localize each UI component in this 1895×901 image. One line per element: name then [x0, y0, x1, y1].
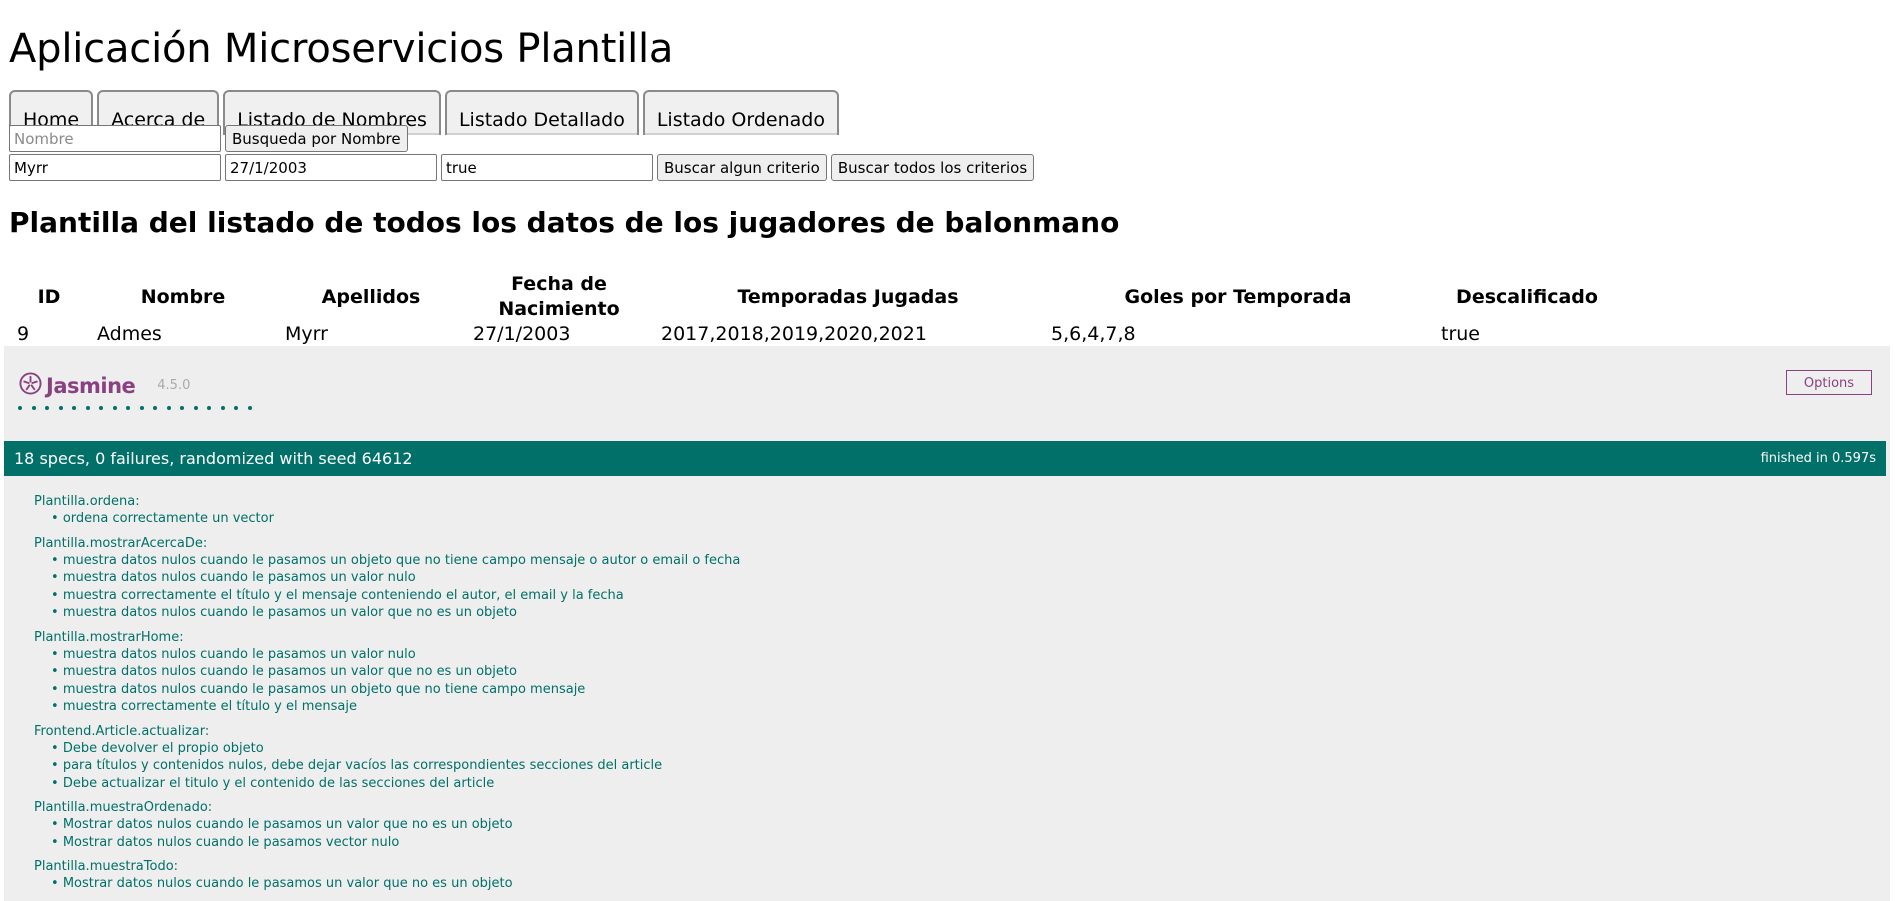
- suite-item: Frontend.Article.actualizar:Debe devolve…: [34, 723, 740, 793]
- spec-pass-dot[interactable]: [220, 406, 225, 410]
- name-search-input[interactable]: [9, 125, 221, 152]
- spec-item-link[interactable]: Debe devolver el propio objeto: [51, 740, 740, 758]
- spec-status-dots: [18, 406, 252, 410]
- spec-item-link[interactable]: muestra datos nulos cuando le pasamos un…: [51, 681, 740, 699]
- spec-pass-dot[interactable]: [234, 406, 238, 410]
- spec-item-link[interactable]: Mostrar datos nulos cuando le pasamos un…: [51, 816, 740, 834]
- results-summary-bar: 18 specs, 0 failures, randomized with se…: [4, 441, 1886, 476]
- spec-pass-dot[interactable]: [180, 406, 184, 410]
- column-header-goles: Goles por Temporada: [1124, 285, 1352, 308]
- cell-id: 9: [17, 323, 30, 345]
- spec-pass-dot[interactable]: [85, 406, 90, 410]
- tab-listado-ordenado[interactable]: Listado Ordenado: [642, 90, 839, 135]
- criteria-disqualified-input[interactable]: [441, 154, 653, 181]
- suite-name-link[interactable]: Plantilla.muestraOrdenado:: [34, 799, 740, 816]
- spec-item-link[interactable]: muestra correctamente el título y el men…: [51, 698, 740, 716]
- spec-pass-dot[interactable]: [139, 406, 144, 410]
- search-by-name-button[interactable]: Busqueda por Nombre: [225, 125, 408, 152]
- spec-item-link[interactable]: muestra datos nulos cuando le pasamos un…: [51, 663, 740, 681]
- cell-descalificado: true: [1441, 323, 1480, 345]
- suite-item: Plantilla.mostrarAcercaDe:muestra datos …: [34, 535, 740, 622]
- column-header-nombre: Nombre: [140, 285, 226, 308]
- spec-results-list: Plantilla.ordena:ordena correctamente un…: [34, 493, 740, 900]
- cell-apellidos: Myrr: [285, 323, 328, 345]
- column-header-temporadas: Temporadas Jugadas: [737, 285, 959, 308]
- jasmine-version: 4.5.0: [157, 378, 191, 393]
- spec-pass-dot[interactable]: [153, 406, 157, 410]
- table-header-row: ID Nombre Apellidos Fecha de Nacimiento …: [9, 272, 1621, 322]
- section-title: Plantilla del listado de todos los datos…: [9, 206, 1120, 239]
- spec-item-link[interactable]: Mostrar datos nulos cuando le pasamos ve…: [51, 834, 740, 852]
- results-duration: finished in 0.597s: [1760, 451, 1876, 466]
- app-title: Aplicación Microservicios Plantilla: [9, 26, 674, 72]
- spec-item-link[interactable]: ordena correctamente un vector: [51, 510, 740, 528]
- spec-pass-dot[interactable]: [18, 406, 22, 410]
- cell-temporadas: 2017,2018,2019,2020,2021: [661, 323, 927, 345]
- spec-pass-dot[interactable]: [166, 406, 171, 410]
- tab-listado-detallado[interactable]: Listado Detallado: [444, 90, 639, 135]
- cell-nombre: Admes: [97, 323, 162, 345]
- jasmine-logo-text: Jasmine: [46, 373, 136, 398]
- spec-item-link[interactable]: muestra datos nulos cuando le pasamos un…: [51, 552, 741, 570]
- table-row: 9 Admes Myrr 27/1/2003 2017,2018,2019,20…: [9, 322, 1621, 347]
- spec-pass-dot[interactable]: [72, 406, 76, 410]
- column-header-descalificado: Descalificado: [1456, 285, 1598, 308]
- suite-name-link[interactable]: Frontend.Article.actualizar:: [34, 723, 740, 740]
- spec-pass-dot[interactable]: [247, 406, 252, 410]
- column-header-apellidos: Apellidos: [321, 285, 421, 308]
- cell-fecha-nacimiento: 27/1/2003: [473, 323, 571, 345]
- suite-name-link[interactable]: Plantilla.mostrarHome:: [34, 629, 740, 646]
- spec-pass-dot[interactable]: [112, 406, 117, 410]
- suite-item: Plantilla.mostrarHome:muestra datos nulo…: [34, 629, 740, 716]
- criteria-surname-input[interactable]: [9, 154, 221, 181]
- jasmine-banner: Jasmine 4.5.0: [19, 372, 190, 399]
- spec-item-link[interactable]: muestra datos nulos cuando le pasamos un…: [51, 569, 740, 587]
- search-any-criteria-button[interactable]: Buscar algun criterio: [657, 154, 827, 181]
- spec-item-link[interactable]: Debe actualizar el titulo y el contenido…: [51, 775, 740, 793]
- spec-pass-dot[interactable]: [58, 406, 63, 410]
- spec-pass-dot[interactable]: [45, 406, 49, 410]
- suite-item: Plantilla.ordena:ordena correctamente un…: [34, 493, 740, 528]
- suite-item: Plantilla.muestraTodo:Mostrar datos nulo…: [34, 858, 740, 893]
- spec-pass-dot[interactable]: [31, 406, 36, 410]
- column-header-id: ID: [37, 285, 61, 308]
- suite-name-link[interactable]: Plantilla.mostrarAcercaDe:: [34, 535, 740, 552]
- spec-item-link[interactable]: Mostrar datos nulos cuando le pasamos un…: [51, 875, 740, 893]
- spec-item-link[interactable]: muestra datos nulos cuando le pasamos un…: [51, 604, 740, 622]
- results-summary: 18 specs, 0 failures, randomized with se…: [14, 449, 413, 468]
- column-header-fecha-nacimiento: Fecha de Nacimiento: [498, 273, 620, 320]
- jasmine-logo-icon: [19, 372, 42, 399]
- spec-pass-dot[interactable]: [193, 406, 198, 410]
- spec-pass-dot[interactable]: [126, 406, 130, 410]
- spec-item-link[interactable]: muestra datos nulos cuando le pasamos un…: [51, 646, 740, 664]
- cell-goles: 5,6,4,7,8: [1051, 323, 1136, 345]
- criteria-date-input[interactable]: [225, 154, 437, 181]
- suite-name-link[interactable]: Plantilla.ordena:: [34, 493, 740, 510]
- criteria-search-row: Buscar algun criterio Buscar todos los c…: [9, 154, 1035, 181]
- name-search-row: Busqueda por Nombre: [9, 125, 408, 152]
- jasmine-reporter: Jasmine 4.5.0 Options 18 specs, 0 failur…: [4, 346, 1890, 901]
- players-table: ID Nombre Apellidos Fecha de Nacimiento …: [9, 272, 1621, 347]
- spec-pass-dot[interactable]: [207, 406, 211, 410]
- options-button[interactable]: Options: [1786, 370, 1872, 395]
- spec-item-link[interactable]: para títulos y contenidos nulos, debe de…: [51, 757, 740, 775]
- suite-name-link[interactable]: Plantilla.muestraTodo:: [34, 858, 740, 875]
- suite-item: Plantilla.muestraOrdenado:Mostrar datos …: [34, 799, 740, 851]
- spec-item-link[interactable]: muestra correctamente el título y el men…: [51, 587, 740, 605]
- spec-pass-dot[interactable]: [99, 406, 103, 410]
- search-all-criteria-button[interactable]: Buscar todos los criterios: [830, 154, 1035, 181]
